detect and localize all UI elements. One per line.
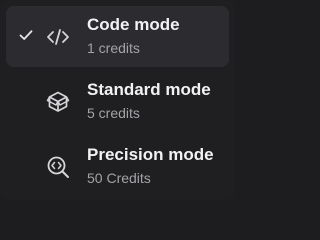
menu-item-code-mode[interactable]: Code mode 1 credits [6, 6, 229, 67]
cube-box-icon [46, 91, 70, 112]
menu-item-standard-mode[interactable]: Standard mode 5 credits [6, 71, 229, 132]
menu-item-title: Standard mode [87, 80, 211, 99]
menu-item-precision-mode[interactable]: Precision mode 50 Credits [6, 136, 229, 197]
mode-menu: Code mode 1 credits Standard mode 5 cred… [0, 0, 235, 200]
checkmark-icon [19, 30, 33, 40]
menu-item-credits: 50 Credits [87, 170, 151, 186]
menu-item-credits: 5 credits [87, 105, 140, 121]
menu-item-credits: 1 credits [87, 40, 140, 56]
menu-item-title: Precision mode [87, 145, 214, 164]
code-brackets-icon [47, 29, 69, 45]
menu-item-title: Code mode [87, 15, 180, 34]
precision-search-icon [47, 156, 69, 178]
